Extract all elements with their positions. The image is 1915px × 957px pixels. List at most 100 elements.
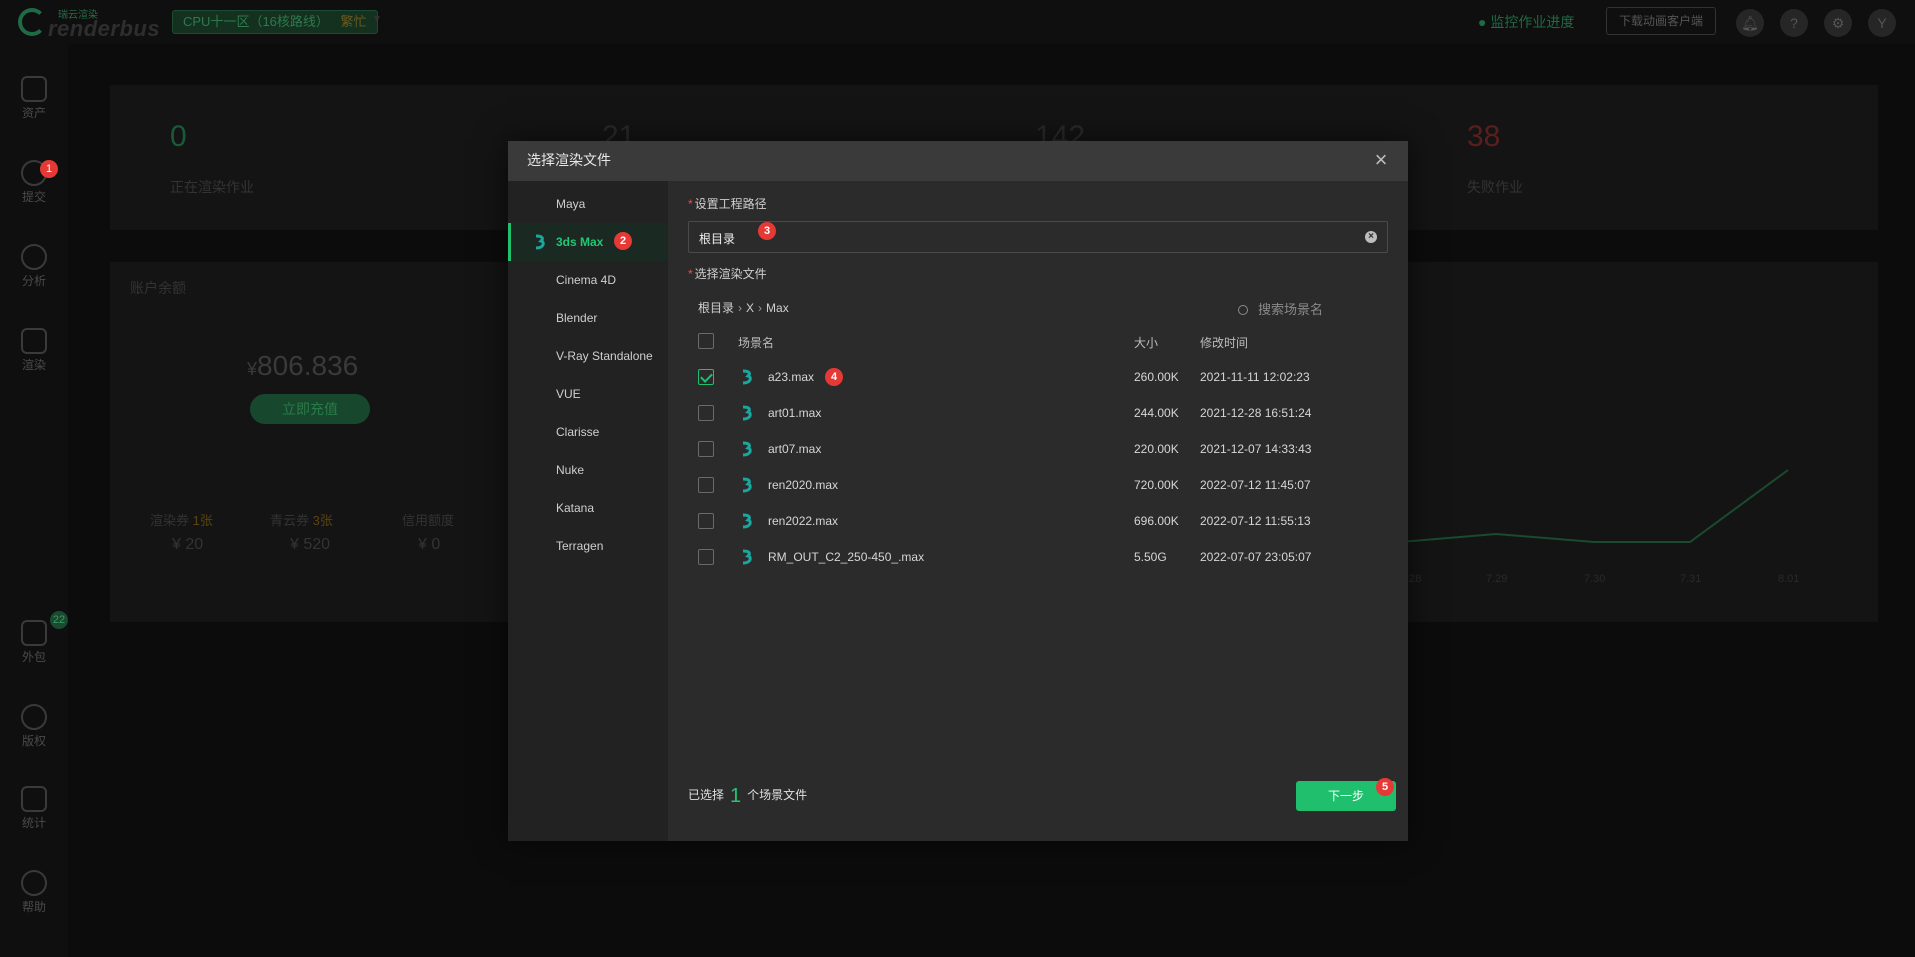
monitor-jobs-link[interactable]: ● 监控作业进度 <box>1478 12 1574 32</box>
rendering-count: 0 <box>170 120 187 153</box>
sidebar-item-label: 版权 <box>21 734 46 748</box>
table-row[interactable]: ren2020.max 720.00K 2022-07-12 11:45:07 <box>688 467 1388 503</box>
selected-prefix: 已选择 <box>688 788 725 802</box>
sidebar-item-analyze[interactable]: 分析 <box>0 244 68 289</box>
file-size: 5.50G <box>1134 550 1167 564</box>
brand-name: renderbus <box>48 16 161 41</box>
render-file-label: * 选择渲染文件 <box>688 265 767 282</box>
sidebar-item-label: 提交 <box>21 190 46 204</box>
software-label: V-Ray Standalone <box>556 349 653 363</box>
gear-icon[interactable]: ⚙ <box>1824 9 1852 37</box>
required-mark: * <box>688 197 693 211</box>
file-name: a23.max <box>768 370 815 384</box>
bell-icon[interactable]: 🔔︎ <box>1736 9 1764 37</box>
trend-line <box>1400 469 1789 543</box>
table-row[interactable]: a23.max 260.00K 2021-11-11 12:02:23 <box>688 359 1388 395</box>
3dsmax-file-icon <box>742 441 752 457</box>
sidebar-item-statistics[interactable]: 统计 <box>0 786 68 831</box>
software-label: VUE <box>556 387 581 401</box>
trend-chart: 7.28 7.29 7.30 7.31 8.01 <box>1400 469 1799 585</box>
coupon-label: 信用额度 <box>402 513 455 528</box>
file-modified: 2021-12-28 16:51:24 <box>1200 406 1312 420</box>
select-all-checkbox[interactable] <box>698 333 714 349</box>
software-item-maya[interactable]: Maya <box>508 185 668 223</box>
file-modified: 2022-07-12 11:45:07 <box>1200 478 1311 492</box>
row-checkbox[interactable] <box>698 513 714 529</box>
sidebar-item-copyright[interactable]: 版权 <box>0 704 68 749</box>
row-checkbox[interactable] <box>698 405 714 421</box>
software-item-vue[interactable]: VUE <box>508 375 668 413</box>
coupon-label: 渲染券 1张 <box>150 510 213 529</box>
coupon-label-text: 渲染券 <box>150 513 190 528</box>
3dsmax-icon <box>535 234 545 250</box>
project-path-input[interactable]: 根目录 × <box>688 221 1388 253</box>
software-item-3dsmax[interactable]: 3ds Max <box>508 223 668 261</box>
breadcrumb-current[interactable]: Max <box>766 301 789 315</box>
software-item-katana[interactable]: Katana <box>508 489 668 527</box>
help-icon[interactable]: ? <box>1780 9 1808 37</box>
software-item-terragen[interactable]: Terragen <box>508 527 668 565</box>
3dsmax-file-icon <box>742 369 752 385</box>
row-checkbox[interactable] <box>698 477 714 493</box>
3dsmax-file-icon <box>742 549 752 565</box>
chart-icon <box>21 786 47 812</box>
avatar[interactable]: Y <box>1868 9 1896 37</box>
row-checkbox[interactable] <box>698 441 714 457</box>
sidebar-item-label: 资产 <box>21 106 46 120</box>
scene-search-input[interactable]: 搜索场景名 <box>1238 299 1323 318</box>
table-row[interactable]: art01.max 244.00K 2021-12-28 16:51:24 <box>688 395 1388 431</box>
table-row[interactable]: art07.max 220.00K 2021-12-07 14:33:43 <box>688 431 1388 467</box>
sidebar-item-assets[interactable]: 资产 <box>0 76 68 121</box>
sidebar-item-label: 外包 <box>21 650 46 664</box>
dialog-content: * 设置工程路径 根目录 × 3 * 选择渲染文件 根目录 › X › Max 搜索场景名 … <box>668 181 1408 841</box>
sidebar-item-label: 分析 <box>21 274 46 288</box>
3dsmax-file-icon <box>742 513 752 529</box>
software-item-nuke[interactable]: Nuke <box>508 451 668 489</box>
chart-tick: 8.01 <box>1778 573 1799 585</box>
software-item-blender[interactable]: Blender <box>508 299 668 337</box>
breadcrumb-root[interactable]: 根目录 <box>698 301 734 315</box>
file-size: 720.00K <box>1134 478 1179 492</box>
file-modified: 2021-11-11 12:02:23 <box>1200 370 1310 384</box>
region-status: 繁忙 <box>340 14 367 29</box>
row-checkbox[interactable] <box>698 549 714 565</box>
clear-icon[interactable]: × <box>1365 231 1377 243</box>
table-row[interactable]: ren2022.max 696.00K 2022-07-12 11:55:13 <box>688 503 1388 539</box>
render-icon <box>21 328 47 354</box>
coupon-count: 1张 <box>192 513 213 528</box>
close-icon[interactable]: × <box>1368 147 1394 173</box>
copyright-icon <box>21 704 47 730</box>
region-label: CPU十一区（16核路线） <box>183 14 329 29</box>
software-label: Cinema 4D <box>556 273 617 287</box>
breadcrumb-folder[interactable]: X <box>746 301 754 315</box>
file-name: art07.max <box>768 442 822 456</box>
row-checkbox[interactable] <box>698 369 714 385</box>
file-size: 260.00K <box>1134 370 1179 384</box>
sidebar-item-help[interactable]: 帮助 <box>0 870 68 915</box>
recharge-button[interactable]: 立即充值 <box>250 394 370 424</box>
chart-tick: 7.30 <box>1584 573 1605 585</box>
sidebar-item-render[interactable]: 渲染 <box>0 328 68 373</box>
table-row[interactable]: RM_OUT_C2_250-450_.max 5.50G 2022-07-07 … <box>688 539 1388 575</box>
software-item-vray-standalone[interactable]: V-Ray Standalone <box>508 337 668 375</box>
step-badge-2: 2 <box>614 232 632 250</box>
column-name[interactable]: 场景名 <box>738 334 774 351</box>
sidebar: 资产 提交 1 分析 渲染 外包 22 版权 统计 帮助 <box>0 44 68 957</box>
region-selector[interactable]: CPU十一区（16核路线） 繁忙 <box>172 10 378 34</box>
file-name: ren2020.max <box>768 478 839 492</box>
column-size[interactable]: 大小 <box>1134 334 1158 351</box>
column-modified[interactable]: 修改时间 <box>1200 334 1248 351</box>
software-item-clarisse[interactable]: Clarisse <box>508 413 668 451</box>
download-client-button[interactable]: 下载动画客户端 <box>1606 7 1716 35</box>
file-name: art01.max <box>768 406 822 420</box>
file-modified: 2022-07-07 23:05:07 <box>1200 550 1312 564</box>
headset-icon <box>21 870 47 896</box>
software-label: Terragen <box>556 539 604 553</box>
balance-amount: ¥806.836 <box>247 350 358 382</box>
software-list: Maya 3ds Max 2 Cinema 4D Blender V-Ray S… <box>508 181 668 841</box>
software-label: Clarisse <box>556 425 600 439</box>
file-size: 220.00K <box>1134 442 1179 456</box>
software-item-cinema4d[interactable]: Cinema 4D <box>508 261 668 299</box>
chevron-down-icon[interactable]: ▼ <box>372 14 382 25</box>
rendering-label: 正在渲染作业 <box>170 179 254 195</box>
